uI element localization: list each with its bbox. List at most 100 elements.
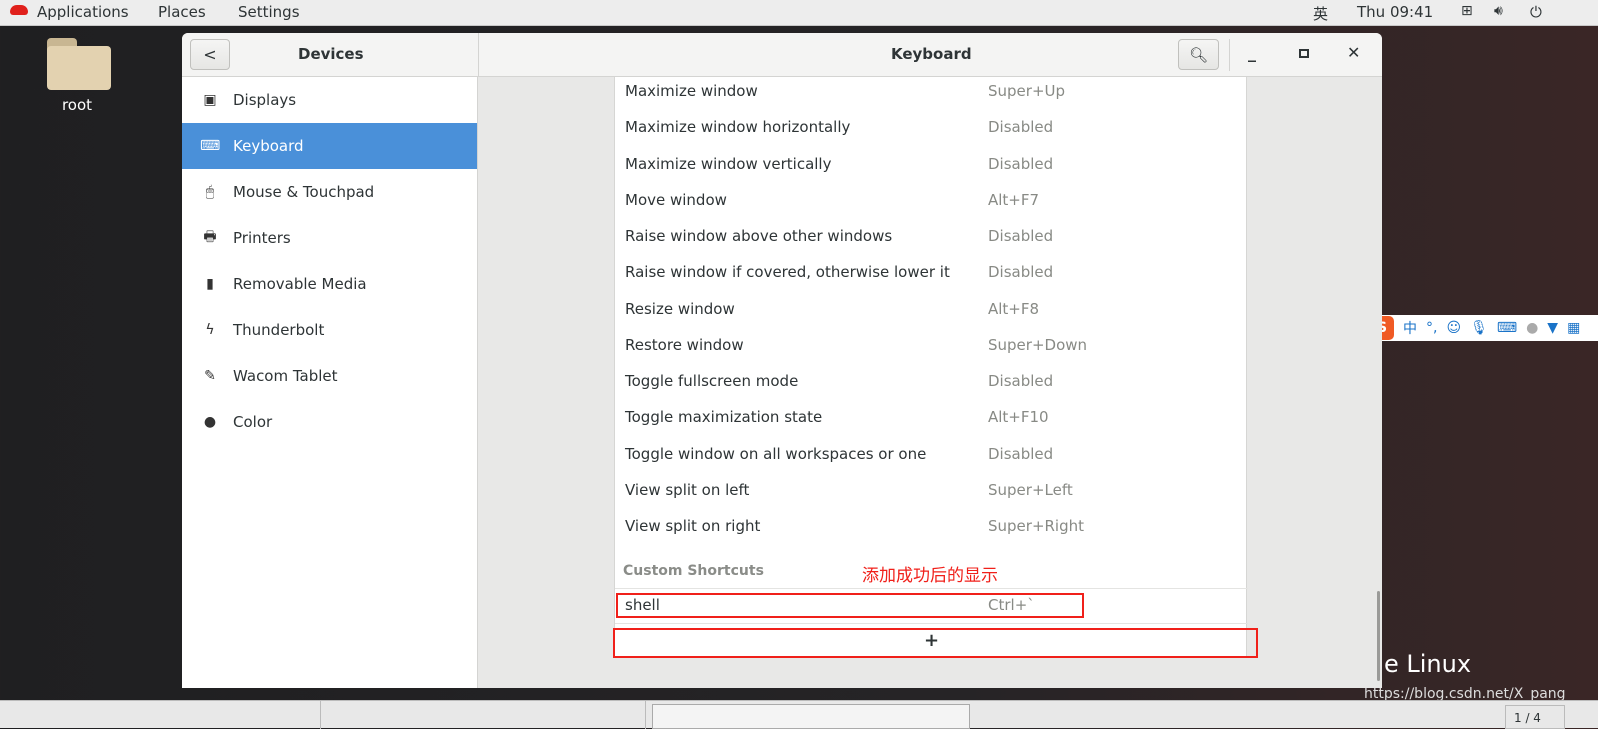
- shortcut-key: Alt+F10: [988, 408, 1049, 427]
- sidebar-item-wacom-tablet[interactable]: ✎ Wacom Tablet: [182, 353, 477, 399]
- page-title: Keyboard: [891, 45, 972, 63]
- brand-text: e Linux: [1384, 650, 1472, 678]
- shortcut-row[interactable]: View split on left Super+Left: [615, 473, 1248, 509]
- sidebar-item-mouse-touchpad[interactable]: 🖱︎ Mouse & Touchpad: [182, 169, 477, 215]
- shortcut-row[interactable]: Restore window Super+Down: [615, 328, 1248, 364]
- shortcut-key: Disabled: [988, 263, 1054, 282]
- scrollbar[interactable]: [1377, 591, 1380, 681]
- back-button[interactable]: <: [190, 39, 230, 70]
- ime-mode[interactable]: 中: [1403, 318, 1417, 338]
- sidebar-item-removable-media[interactable]: ▮ Removable Media: [182, 261, 477, 307]
- display-icon: ▣: [203, 92, 217, 108]
- shortcut-key: Super+Right: [988, 517, 1085, 535]
- network-icon[interactable]: ⊞: [1461, 3, 1473, 19]
- settings-window: < Devices Keyboard 🔍︎ _ ✕ ▣ Displays ⌨ Keyb…: [182, 33, 1382, 688]
- sidebar-title: Devices: [298, 45, 364, 63]
- microphone-icon[interactable]: 🎙︎: [1470, 320, 1488, 336]
- keyboard-icon: ⌨: [200, 138, 221, 154]
- applications-menu[interactable]: Applications: [37, 3, 129, 21]
- workspace-pager[interactable]: 1 / 4: [1505, 705, 1565, 729]
- places-menu[interactable]: Places: [158, 3, 206, 21]
- shortcut-row[interactable]: Maximize window Super+Up: [615, 74, 1248, 110]
- mouse-icon: 🖱︎: [205, 184, 215, 200]
- shortcut-key: Alt+F7: [988, 190, 1040, 209]
- sidebar-item-keyboard[interactable]: ⌨ Keyboard: [182, 123, 477, 169]
- shortcut-row[interactable]: Resize window Alt+F8: [615, 292, 1248, 328]
- volume-icon[interactable]: 🔊︎: [1494, 3, 1503, 19]
- taskbar: 1 / 4: [0, 700, 1598, 729]
- sidebar-item-thunderbolt[interactable]: ϟ Thunderbolt: [182, 307, 477, 353]
- sidebar-item-label: Printers: [233, 229, 291, 247]
- shortcut-name: Maximize window horizontally: [625, 118, 851, 137]
- settings-menu[interactable]: Settings: [238, 3, 300, 21]
- ime-punct[interactable]: °,: [1426, 320, 1437, 336]
- maximize-button[interactable]: [1299, 49, 1309, 58]
- shortcut-row[interactable]: Toggle maximization state Alt+F10: [615, 400, 1248, 436]
- shortcut-key: Disabled: [988, 444, 1054, 463]
- power-icon[interactable]: ⏻: [1530, 3, 1542, 21]
- shortcut-name: View split on right: [625, 517, 761, 535]
- shortcut-row[interactable]: Raise window above other windows Disabled: [615, 219, 1248, 255]
- shortcut-key: Alt+F8: [988, 299, 1040, 318]
- skin-icon[interactable]: ▼: [1547, 320, 1558, 336]
- shortcut-row[interactable]: Maximize window horizontally Disabled: [615, 110, 1248, 146]
- printer-icon: 🖶: [203, 229, 217, 245]
- search-button[interactable]: 🔍︎: [1178, 39, 1219, 70]
- shortcut-key: Disabled: [988, 227, 1054, 245]
- shortcut-row[interactable]: Raise window if covered, otherwise lower…: [615, 255, 1248, 291]
- sidebar-item-label: Keyboard: [233, 137, 304, 155]
- sidebar-item-color[interactable]: ● Color: [182, 399, 477, 445]
- taskbar-item-settings[interactable]: [652, 704, 970, 729]
- home-folder-label: root: [61, 96, 93, 114]
- user-icon[interactable]: ●: [1526, 320, 1538, 336]
- shortcut-key: Disabled: [988, 154, 1054, 173]
- sidebar-item-printers[interactable]: 🖶 Printers: [182, 215, 477, 261]
- shortcut-row[interactable]: View split on right Super+Right: [615, 509, 1248, 545]
- shortcut-row[interactable]: Toggle fullscreen mode Disabled: [615, 364, 1248, 400]
- header-bar: < Devices Keyboard 🔍︎ _ ✕: [182, 33, 1382, 77]
- shortcut-name: Raise window if covered, otherwise lower…: [625, 263, 950, 282]
- search-icon: 🔍︎: [1188, 45, 1209, 64]
- shortcut-name: Toggle window on all workspaces or one: [625, 444, 927, 463]
- emoji-icon[interactable]: ☺: [1446, 320, 1461, 336]
- shortcut-row[interactable]: Toggle window on all workspaces or one Di…: [615, 437, 1248, 473]
- minimize-button[interactable]: _: [1248, 43, 1256, 62]
- shortcut-name: Maximize window vertically: [625, 154, 832, 173]
- close-button[interactable]: ✕: [1347, 43, 1360, 62]
- sidebar-item-label: Thunderbolt: [233, 321, 325, 339]
- clock[interactable]: Thu 09:41: [1357, 3, 1433, 21]
- keyboard-icon[interactable]: ⌨: [1497, 320, 1517, 336]
- sidebar-item-label: Mouse & Touchpad: [233, 183, 375, 201]
- input-method-indicator[interactable]: 英: [1313, 3, 1328, 24]
- sidebar-item-label: Removable Media: [233, 275, 367, 293]
- folder-icon: [43, 38, 111, 90]
- shortcut-row[interactable]: Move window Alt+F7: [615, 183, 1248, 219]
- sidebar-item-label: Color: [233, 413, 273, 431]
- shortcut-name: Restore window: [625, 335, 744, 354]
- sidebar-item-label: Wacom Tablet: [233, 367, 338, 385]
- thunderbolt-icon: ϟ: [205, 322, 215, 338]
- shortcut-key: Disabled: [988, 372, 1054, 390]
- annotation-text: 添加成功后的显示: [862, 566, 998, 586]
- top-bar: Applications Places Settings 英 Thu 09:41…: [0, 0, 1598, 26]
- shortcut-name: Maximize window: [625, 82, 758, 100]
- color-icon: ●: [203, 414, 217, 430]
- annotation-box-shell: [616, 593, 1084, 618]
- grid-icon[interactable]: ▦: [1567, 320, 1580, 336]
- shortcut-key: Disabled: [988, 118, 1054, 137]
- chevron-left-icon: <: [203, 45, 217, 64]
- shortcut-name: Move window: [625, 190, 727, 209]
- shortcut-row[interactable]: Maximize window vertically Disabled: [615, 147, 1248, 183]
- shortcut-key: Super+Left: [988, 480, 1073, 499]
- shortcut-name: Resize window: [625, 299, 735, 318]
- shortcut-key: Super+Up: [988, 82, 1066, 100]
- media-icon: ▮: [206, 276, 214, 292]
- sidebar-item-displays[interactable]: ▣ Displays: [182, 77, 477, 123]
- shortcut-key: Super+Down: [988, 335, 1088, 354]
- shortcut-name: Raise window above other windows: [625, 227, 893, 245]
- shortcut-name: Toggle maximization state: [625, 408, 823, 427]
- ime-toolbar: S 中 °, ☺ 🎙︎ ⌨ ● ▼ ▦: [1368, 315, 1598, 341]
- tablet-icon: ✎: [204, 368, 216, 384]
- redhat-logo-icon: [10, 5, 28, 15]
- home-folder-icon[interactable]: root: [40, 38, 114, 114]
